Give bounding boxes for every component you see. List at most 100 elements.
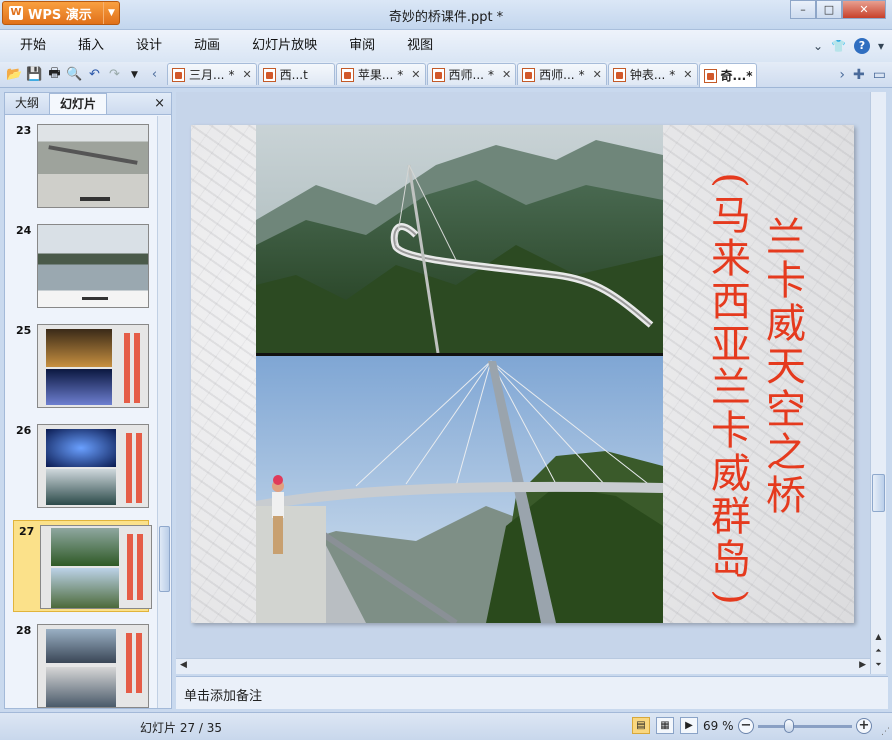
help-icon[interactable]: ? <box>853 38 870 54</box>
slide-preview <box>37 624 149 708</box>
normal-view-icon[interactable]: ▤ <box>632 717 650 734</box>
tab-label: 西师... <box>539 68 575 82</box>
slide-subtitle-text: 马来西亚兰卡威群岛 <box>711 193 751 583</box>
bridge-aerial-photo[interactable] <box>256 125 663 353</box>
chevron-down-icon[interactable]: ▾ <box>878 39 884 53</box>
slide-thumbnail[interactable]: 26 <box>11 420 149 512</box>
paren-open: ( <box>708 172 754 188</box>
next-slide-icon[interactable]: ⏷ <box>871 658 886 672</box>
ppt-file-icon <box>340 67 354 82</box>
slide-thumbnail[interactable]: 28 <box>11 620 149 708</box>
tab-slides[interactable]: 幻灯片 <box>49 93 108 114</box>
close-tab-icon[interactable]: ✕ <box>593 68 602 81</box>
maximize-button[interactable]: □ <box>816 0 842 19</box>
title-bar: W WPS 演示 ▼ 奇妙的桥课件.ppt * – □ ✕ <box>0 0 892 30</box>
menu-animation[interactable]: 动画 <box>178 30 236 62</box>
prev-slide-icon[interactable]: ⏶ <box>871 644 886 658</box>
dropdown-icon[interactable]: ▼ <box>126 66 143 83</box>
menu-review[interactable]: 审阅 <box>333 30 391 62</box>
tab-scroll-right-icon[interactable]: › <box>839 67 845 83</box>
slides-panel: 大纲 幻灯片 × 23 24 25 26 27 28 <box>4 92 172 709</box>
slide-sorter-view-icon[interactable]: ▦ <box>656 717 674 734</box>
scroll-left-icon[interactable]: ◀ <box>180 660 187 670</box>
zoom-level: 69 % <box>703 719 734 733</box>
tab-label: 奇...* <box>720 69 753 83</box>
slide-preview <box>37 124 149 208</box>
tab-list-icon[interactable]: ▭ <box>873 67 886 83</box>
slide-thumbnail[interactable]: 24 <box>11 220 149 312</box>
tab-outline[interactable]: 大纲 <box>5 93 49 114</box>
slide-number: 27 <box>19 525 35 538</box>
slide-preview <box>40 525 152 609</box>
slide-thumbnail-selected[interactable]: 27 <box>13 520 152 612</box>
tab-doc-active[interactable]: 奇...* <box>698 63 758 87</box>
slides-panel-tabs: 大纲 幻灯片 × <box>5 93 171 115</box>
undo-icon[interactable]: ↶ <box>86 66 103 83</box>
ppt-file-icon <box>522 67 536 82</box>
tab-modified-mark: * <box>578 67 585 82</box>
menu-view[interactable]: 视图 <box>391 30 449 62</box>
zoom-slider-track[interactable] <box>758 725 852 728</box>
tab-scroll-left-icon[interactable]: ‹ <box>146 66 163 83</box>
tab-modified-mark: * <box>397 67 404 82</box>
save-icon[interactable]: 💾 <box>26 66 43 83</box>
slide-thumbnail[interactable]: 23 <box>11 120 149 212</box>
menu-design[interactable]: 设计 <box>120 30 178 62</box>
slide-subtitle[interactable]: (马来西亚兰卡威群岛) <box>706 165 756 612</box>
tab-doc-3[interactable]: 苹果... * ✕ <box>335 63 426 85</box>
zoom-out-button[interactable]: − <box>738 718 754 734</box>
close-button[interactable]: ✕ <box>842 0 886 19</box>
bridge-closeup-photo[interactable] <box>256 356 663 623</box>
close-tab-icon[interactable]: ✕ <box>683 68 692 81</box>
tab-doc-6[interactable]: 钟表... * ✕ <box>607 63 698 85</box>
redo-icon[interactable]: ↷ <box>106 66 123 83</box>
scrollbar-thumb[interactable] <box>872 474 885 512</box>
ppt-file-icon <box>703 68 717 83</box>
slide-number: 23 <box>16 124 32 137</box>
print-preview-icon[interactable]: 🔍 <box>66 66 83 83</box>
zoom-in-button[interactable]: + <box>856 718 872 734</box>
tab-label: 苹果... <box>357 68 394 82</box>
current-slide[interactable]: (马来西亚兰卡威群岛) 兰卡威天空之桥 <box>191 125 854 623</box>
new-tab-icon[interactable]: ✚ <box>853 67 865 83</box>
slide-editor-canvas: (马来西亚兰卡威群岛) 兰卡威天空之桥 <box>176 92 870 658</box>
tab-modified-mark: * <box>228 67 235 82</box>
slide-counter: 幻灯片 27 / 35 <box>140 721 223 735</box>
zoom-slider-thumb[interactable] <box>784 719 794 733</box>
close-tab-icon[interactable]: ✕ <box>411 68 420 81</box>
open-folder-icon[interactable]: 📂 <box>6 66 23 83</box>
scrollbar-thumb[interactable] <box>159 526 170 592</box>
notes-pane[interactable]: 单击添加备注 <box>176 676 888 709</box>
tab-label: 西师... <box>448 68 484 82</box>
menu-home[interactable]: 开始 <box>0 30 62 62</box>
shirt-skin-icon[interactable]: 👕 <box>831 39 846 53</box>
tab-label: 西...t <box>279 68 308 82</box>
canvas-horizontal-scrollbar[interactable]: ◀ ▶ <box>176 658 870 674</box>
scroll-up-icon[interactable]: ▲ <box>871 630 886 644</box>
tab-doc-1[interactable]: 三月... * ✕ <box>167 63 257 85</box>
ppt-file-icon <box>612 67 626 82</box>
menu-slideshow[interactable]: 幻灯片放映 <box>236 30 333 62</box>
minimize-button[interactable]: – <box>790 0 816 19</box>
slide-thumbnail[interactable]: 25 <box>11 320 149 412</box>
close-tab-icon[interactable]: ✕ <box>242 68 251 81</box>
slides-panel-scrollbar[interactable] <box>157 116 170 708</box>
menu-bar: 开始 插入 设计 动画 幻灯片放映 审阅 视图 ⌄ 👕 ? ▾ <box>0 30 892 62</box>
status-bar: 幻灯片 27 / 35 ▤ ▦ ▶ 69 % − + ⋰ <box>0 712 892 740</box>
close-tab-icon[interactable]: ✕ <box>502 68 511 81</box>
slide-thumbnails: 23 24 25 26 27 28 <box>5 116 155 708</box>
tab-doc-5[interactable]: 西师... * ✕ <box>517 63 607 85</box>
tab-doc-2[interactable]: 西...t <box>257 63 335 85</box>
tab-tools: › ✚ ▭ <box>839 67 892 87</box>
scroll-right-icon[interactable]: ▶ <box>859 660 866 670</box>
slide-title[interactable]: 兰卡威天空之桥 <box>761 217 811 518</box>
chevron-down-icon[interactable]: ⌄ <box>813 39 823 53</box>
resize-grip-icon[interactable]: ⋰ <box>881 727 890 737</box>
slide-number: 28 <box>16 624 32 637</box>
slideshow-view-icon[interactable]: ▶ <box>680 717 698 734</box>
tab-doc-4[interactable]: 西师... * ✕ <box>426 63 517 85</box>
print-icon[interactable]: 🖶 <box>46 66 63 83</box>
close-panel-icon[interactable]: × <box>154 96 165 111</box>
menu-insert[interactable]: 插入 <box>62 30 120 62</box>
canvas-vertical-scrollbar[interactable]: ▲ ⏶ ⏷ <box>870 92 886 674</box>
